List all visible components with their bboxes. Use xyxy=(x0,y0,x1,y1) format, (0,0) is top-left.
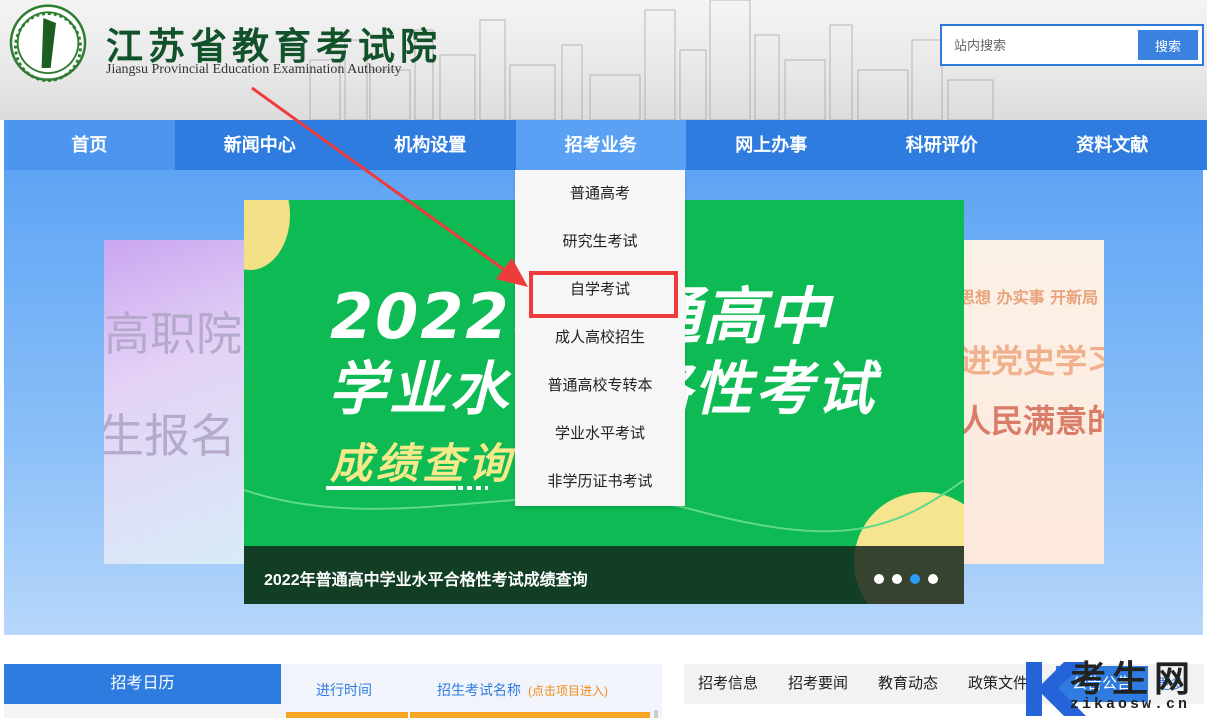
calendar-table: 进行时间 招生考试名称 (点击项目进入) xyxy=(281,664,662,718)
site-header: 江苏省教育考试院 Jiangsu Provincial Education Ex… xyxy=(0,0,1207,120)
carousel-dot-active[interactable] xyxy=(910,574,920,584)
carousel-slide-next[interactable]: 思想 办实事 开新局 进党史学习 人民满意的 xyxy=(963,240,1104,564)
site-logo-seal[interactable] xyxy=(6,4,90,90)
main-nav: 首页 新闻中心 机构设置 招考业务 网上办事 科研评价 资料文献 xyxy=(4,120,1207,170)
watermark-url: zikaosw.cn xyxy=(1070,696,1191,713)
decorative-dashes xyxy=(458,486,488,490)
tab-policy-documents[interactable]: 政策文件 xyxy=(968,664,1028,704)
nav-item-news[interactable]: 新闻中心 xyxy=(175,120,346,170)
dropdown-item-proficiency-exam[interactable]: 学业水平考试 xyxy=(515,410,685,458)
column-header-time: 进行时间 xyxy=(316,682,372,698)
slide-next-line1: 思想 办实事 开新局 xyxy=(963,288,1099,307)
dropdown-item-gaokao[interactable]: 普通高考 xyxy=(515,170,685,218)
watermark-brand: 考生网 xyxy=(1070,658,1197,700)
slide-previous-line2: 生报名 xyxy=(104,409,236,463)
column-header-hint: (点击项目进入) xyxy=(528,684,608,698)
dropdown-item-self-study-exam[interactable]: 自学考试 xyxy=(515,266,685,314)
slide-next-line3: 人民满意的 xyxy=(963,402,1104,440)
decorative-underline xyxy=(326,486,456,490)
nav-item-home[interactable]: 首页 xyxy=(4,120,175,170)
slide-next-line2: 进党史学习 xyxy=(963,342,1104,380)
slide-previous-line1: 高职院 xyxy=(104,307,242,361)
carousel-dot[interactable] xyxy=(892,574,902,584)
carousel-dots xyxy=(874,574,938,584)
dropdown-item-graduate-exam[interactable]: 研究生考试 xyxy=(515,218,685,266)
nav-item-organization[interactable]: 机构设置 xyxy=(345,120,516,170)
calendar-list xyxy=(4,704,281,718)
nav-item-online-services[interactable]: 网上办事 xyxy=(686,120,857,170)
tab-exam-info[interactable]: 招考信息 xyxy=(698,664,758,704)
exam-services-dropdown: 普通高考 研究生考试 自学考试 成人高校招生 普通高校专转本 学业水平考试 非学… xyxy=(515,170,685,506)
slide-headline-line3: 成绩查询 xyxy=(330,439,515,488)
site-subtitle-english: Jiangsu Provincial Education Examination… xyxy=(106,62,402,77)
tab-education-updates[interactable]: 教育动态 xyxy=(878,664,938,704)
nav-item-exam-services[interactable]: 招考业务 xyxy=(515,120,686,170)
slide-caption[interactable]: 2022年普通高中学业水平合格性考试成绩查询 xyxy=(264,566,588,590)
dropdown-item-adult-college[interactable]: 成人高校招生 xyxy=(515,314,685,362)
tab-exam-news[interactable]: 招考要闻 xyxy=(788,664,848,704)
column-header-exam-name: 招生考试名称 xyxy=(437,682,521,698)
table-row[interactable] xyxy=(286,712,408,718)
search-input[interactable] xyxy=(946,30,1136,60)
decorative-circle xyxy=(244,200,290,270)
scrollbar[interactable] xyxy=(654,710,658,718)
dropdown-item-certificate-exam[interactable]: 非学历证书考试 xyxy=(515,458,685,506)
exam-calendar-header[interactable]: 招考日历 xyxy=(4,664,281,704)
nav-item-research[interactable]: 科研评价 xyxy=(857,120,1028,170)
dropdown-item-upgrade-exam[interactable]: 普通高校专转本 xyxy=(515,362,685,410)
slide-caption-bar: 2022年普通高中学业水平合格性考试成绩查询 xyxy=(244,546,964,604)
table-row[interactable] xyxy=(410,712,650,718)
carousel-slide-previous[interactable]: 高职院 生报名 xyxy=(104,240,249,564)
carousel-dot[interactable] xyxy=(928,574,938,584)
nav-item-documents[interactable]: 资料文献 xyxy=(1027,120,1198,170)
search-button[interactable]: 搜索 xyxy=(1138,30,1198,60)
search-box: 搜索 xyxy=(940,24,1204,66)
carousel-dot[interactable] xyxy=(874,574,884,584)
